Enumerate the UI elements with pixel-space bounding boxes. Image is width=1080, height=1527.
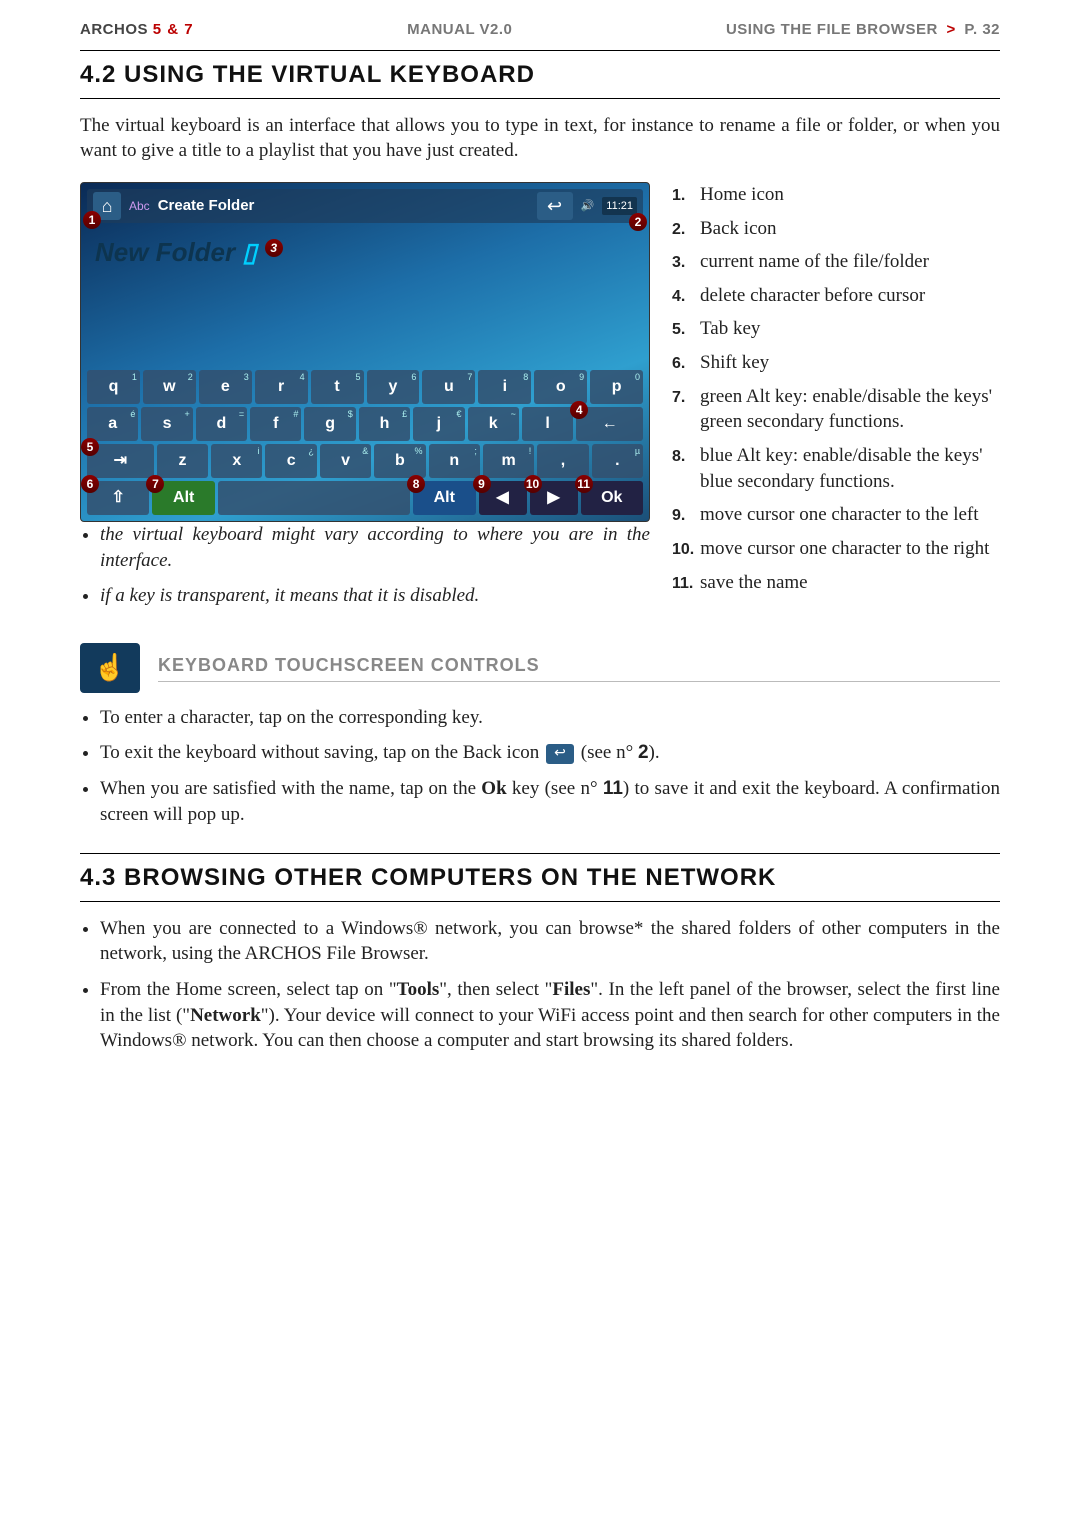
section-4-3-title: 4.3 BROWSING OTHER COMPUTERS ON THE NETW…	[80, 862, 1000, 894]
key-h[interactable]: h£	[359, 407, 410, 441]
key-s[interactable]: s+	[141, 407, 192, 441]
net-bullet-1: When you are connected to a Windows® net…	[100, 916, 1000, 967]
tab-key[interactable]: ⇥5	[87, 444, 154, 478]
legend-item: 2.Back icon	[672, 216, 1000, 242]
screenshot-notes: the virtual keyboard might vary accordin…	[80, 522, 650, 609]
back-icon[interactable]: ↩ 2	[537, 192, 573, 220]
note-2: if a key is transparent, it means that i…	[100, 583, 650, 609]
key-i[interactable]: i8	[478, 370, 531, 404]
clock: 11:21	[602, 197, 637, 216]
legend-item: 7.green Alt key: enable/disable the keys…	[672, 384, 1000, 435]
key-z[interactable]: z	[157, 444, 208, 478]
sound-icon: 🔊	[581, 199, 595, 214]
badge-1: 1	[83, 211, 101, 229]
legend-list: 1.Home icon 2.Back icon 3.current name of …	[672, 182, 1000, 603]
key-w[interactable]: w2	[143, 370, 196, 404]
current-folder-name: New Folder ▯ 3	[95, 235, 257, 270]
home-icon[interactable]: ⌂ 1	[93, 192, 121, 220]
legend-item: 8.blue Alt key: enable/disable the keys'…	[672, 443, 1000, 494]
spacebar-key[interactable]	[218, 481, 410, 515]
page-header: ARCHOS 5 & 7 MANUAL V2.0 USING THE FILE …	[80, 20, 1000, 46]
touch-bullet-2: To exit the keyboard without saving, tap…	[100, 740, 1000, 766]
key-x[interactable]: xi	[211, 444, 262, 478]
key-k[interactable]: k~	[468, 407, 519, 441]
legend-item: 6.Shift key	[672, 350, 1000, 376]
key-b[interactable]: b%	[374, 444, 425, 478]
divider	[80, 853, 1000, 854]
key-,[interactable]: ,	[537, 444, 588, 478]
legend-item: 11.save the name	[672, 570, 1000, 596]
cursor-right-key[interactable]: ▶10	[530, 481, 578, 515]
key-.[interactable]: .µ	[592, 444, 643, 478]
backspace-key[interactable]: ←4	[576, 407, 643, 441]
key-u[interactable]: u7	[422, 370, 475, 404]
ok-key[interactable]: Ok11	[581, 481, 643, 515]
breadcrumb-arrow: >	[946, 21, 955, 38]
key-a[interactable]: aé	[87, 407, 138, 441]
touch-bullet-1: To enter a character, tap on the corresp…	[100, 705, 1000, 731]
key-f[interactable]: f#	[250, 407, 301, 441]
legend-item: 5.Tab key	[672, 316, 1000, 342]
badge-2: 2	[629, 213, 647, 231]
key-y[interactable]: y6	[367, 370, 420, 404]
key-q[interactable]: q1	[87, 370, 140, 404]
key-t[interactable]: t5	[311, 370, 364, 404]
abc-indicator: Abc	[129, 198, 150, 214]
note-1: the virtual keyboard might vary accordin…	[100, 522, 650, 573]
manual-version: MANUAL V2.0	[407, 20, 512, 40]
header-left: ARCHOS 5 & 7	[80, 20, 194, 40]
alt-green-key[interactable]: Alt7	[152, 481, 214, 515]
shift-key[interactable]: ⇧6	[87, 481, 149, 515]
section-4-2-title: 4.2 USING THE VIRTUAL KEYBOARD	[80, 59, 1000, 91]
key-c[interactable]: c¿	[265, 444, 316, 478]
key-r[interactable]: r4	[255, 370, 308, 404]
key-n[interactable]: n;	[429, 444, 480, 478]
net-bullet-2: From the Home screen, select tap on "Too…	[100, 977, 1000, 1054]
header-right: USING THE FILE BROWSER > P. 32	[726, 20, 1000, 40]
key-v[interactable]: v&	[320, 444, 371, 478]
device-model: 5 & 7	[153, 21, 194, 38]
key-m[interactable]: m!	[483, 444, 534, 478]
screenshot-title: Create Folder	[158, 196, 255, 216]
divider	[80, 901, 1000, 902]
badge-3: 3	[265, 239, 283, 257]
legend-item: 3.current name of the file/folder	[672, 249, 1000, 275]
legend-item: 1.Home icon	[672, 182, 1000, 208]
touch-bullet-3: When you are satisfied with the name, ta…	[100, 776, 1000, 827]
key-j[interactable]: j€	[413, 407, 464, 441]
virtual-keyboard-screenshot: ⌂ 1 Abc Create Folder ↩ 2 🔊 11:21 New Fo…	[80, 182, 650, 522]
legend-item: 10.move cursor one character to the righ…	[672, 536, 1000, 562]
section-label: USING THE FILE BROWSER	[726, 21, 938, 38]
touchscreen-title: KEYBOARD TOUCHSCREEN CONTROLS	[158, 653, 1000, 682]
inline-back-icon: ↩	[546, 744, 574, 764]
key-l[interactable]: l	[522, 407, 573, 441]
touchscreen-icon: ☝	[80, 643, 140, 693]
key-g[interactable]: g$	[304, 407, 355, 441]
alt-blue-key[interactable]: Alt8	[413, 481, 475, 515]
key-o[interactable]: o9	[534, 370, 587, 404]
legend-item: 9.move cursor one character to the left	[672, 502, 1000, 528]
section-4-2-intro: The virtual keyboard is an interface tha…	[80, 113, 1000, 164]
divider	[80, 50, 1000, 51]
legend-item: 4.delete character before cursor	[672, 283, 1000, 309]
brand: ARCHOS	[80, 21, 148, 38]
key-p[interactable]: p0	[590, 370, 643, 404]
page-number: P. 32	[964, 21, 1000, 38]
cursor-left-key[interactable]: ◀9	[479, 481, 527, 515]
divider	[80, 98, 1000, 99]
key-e[interactable]: e3	[199, 370, 252, 404]
key-d[interactable]: d=	[196, 407, 247, 441]
